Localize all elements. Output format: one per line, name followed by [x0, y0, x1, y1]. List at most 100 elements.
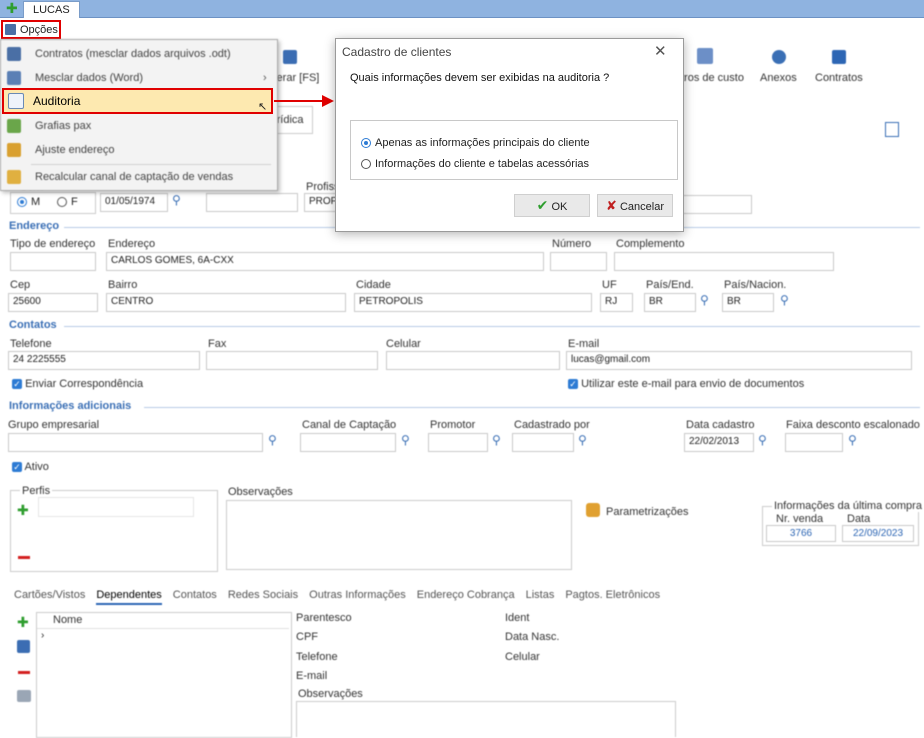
dep-telefone-label: Telefone: [296, 651, 338, 663]
numero-field[interactable]: [550, 252, 607, 271]
new-tab-icon[interactable]: ✚: [6, 1, 18, 16]
fax-label: Fax: [208, 338, 227, 350]
contratos-button[interactable]: Contratos: [815, 72, 863, 84]
menu-item-mesclar[interactable]: Mesclar dados (Word) ›: [1, 67, 275, 89]
menu-item-auditoria[interactable]: Auditoria ↖: [4, 90, 271, 113]
dep-observacoes-textarea[interactable]: [296, 701, 676, 737]
pais-nac-field[interactable]: BR: [722, 293, 774, 312]
promotor-field[interactable]: [428, 433, 488, 452]
parametrizacoes-button[interactable]: Parametrizações: [606, 506, 689, 518]
tab-contatos[interactable]: Contatos: [173, 589, 217, 601]
cadastrado-field[interactable]: [512, 433, 574, 452]
add-dependent-icon[interactable]: ✚: [17, 615, 29, 629]
search-icon[interactable]: ⚲: [268, 433, 277, 447]
tab-endereco-cobranca[interactable]: Endereço Cobrança: [417, 589, 515, 601]
red-arrow-icon: [274, 95, 334, 107]
tab-listas[interactable]: Listas: [526, 589, 555, 601]
menu-item-contratos[interactable]: Contratos (mesclar dados arquivos .odt): [1, 43, 275, 65]
data-cadastro-field[interactable]: 22/02/2013: [684, 433, 754, 452]
options-dropdown-menu: Contratos (mesclar dados arquivos .odt) …: [0, 39, 278, 191]
cancel-button[interactable]: ✘ Cancelar: [597, 194, 673, 217]
search-icon[interactable]: ⚲: [578, 433, 587, 447]
ativo-checkbox[interactable]: ✓ Ativo: [12, 461, 49, 473]
tab-lucas[interactable]: LUCAS: [23, 1, 80, 18]
search-icon[interactable]: ⚲: [780, 293, 789, 307]
menu-item-ajuste-endereco[interactable]: Ajuste endereço: [1, 139, 275, 161]
menu-item-label: Contratos (mesclar dados arquivos .odt): [35, 48, 231, 60]
fax-field[interactable]: [206, 351, 378, 370]
menu-separator: [31, 164, 271, 165]
faixa-label: Faixa desconto escalonado: [786, 419, 920, 431]
data-field: 22/09/2023: [842, 525, 914, 542]
tipo-endereco-select[interactable]: [10, 252, 96, 271]
grupo-field[interactable]: [8, 433, 263, 452]
radio-selected[interactable]: [361, 138, 371, 149]
observacoes-textarea[interactable]: [226, 500, 572, 570]
search-icon[interactable]: ⚲: [492, 433, 501, 447]
tab-pagtos-eletronicos[interactable]: Pagtos. Eletrônicos: [565, 589, 660, 601]
tab-cartoes[interactable]: Cartões/Vistos: [14, 589, 85, 601]
search-icon[interactable]: ⚲: [848, 433, 857, 447]
edit-dependent-icon[interactable]: [17, 640, 30, 653]
cep-field[interactable]: 25600: [8, 293, 98, 312]
document-icon: [7, 47, 21, 61]
endereco-label: Endereço: [108, 238, 156, 250]
utilizar-email-checkbox[interactable]: ✓ Utilizar este e-mail para envio de doc…: [568, 378, 804, 390]
cidade-field[interactable]: PETROPOLIS: [354, 293, 592, 312]
email-label: E-mail: [568, 338, 600, 350]
search-icon[interactable]: ⚲: [172, 193, 181, 207]
data-label: Data: [847, 513, 871, 525]
search-icon[interactable]: ⚲: [758, 433, 767, 447]
close-icon[interactable]: ✕: [654, 42, 667, 60]
uf-field[interactable]: RJ: [600, 293, 633, 312]
tab-redes-sociais[interactable]: Redes Sociais: [228, 589, 298, 601]
extra-field[interactable]: [682, 195, 752, 214]
menu-item-recalcular[interactable]: Recalcular canal de captação de vendas: [1, 166, 275, 188]
dialog-title: Cadastro de clientes: [342, 45, 452, 59]
enviar-correspondencia-checkbox[interactable]: ✓ Enviar Correspondência: [12, 378, 143, 390]
bairro-field[interactable]: CENTRO: [106, 293, 346, 312]
tab-outras-informacoes[interactable]: Outras Informações: [309, 589, 406, 601]
estado-civil-select[interactable]: [206, 193, 298, 212]
telefone-field[interactable]: 24 2225555: [8, 351, 200, 370]
sexo-f-radio[interactable]: [57, 197, 67, 208]
option-principais-label: Apenas as informações principais do clie…: [375, 137, 590, 149]
add-icon[interactable]: ✚: [17, 503, 29, 517]
celular-field[interactable]: [386, 351, 560, 370]
uf-label: UF: [602, 279, 617, 291]
pais-end-field[interactable]: BR: [644, 293, 696, 312]
observacoes-label: Observações: [228, 486, 293, 498]
option-completas-radio[interactable]: Informações do cliente e tabelas acessór…: [361, 158, 589, 170]
cidade-label: Cidade: [356, 279, 391, 291]
adicionais-section-title: Informações adicionais: [9, 400, 132, 412]
anexos-button[interactable]: Anexos: [760, 72, 797, 84]
sexo-f-label: F: [71, 196, 78, 208]
tab-dependentes[interactable]: Dependentes: [96, 589, 162, 605]
complemento-field[interactable]: [614, 252, 834, 271]
centros-custo-button[interactable]: tros de custo: [681, 72, 744, 84]
remove-icon[interactable]: [18, 556, 30, 559]
print-icon[interactable]: [17, 690, 31, 702]
option-principais-radio[interactable]: Apenas as informações principais do clie…: [361, 137, 590, 149]
remove-dependent-icon[interactable]: [18, 671, 30, 674]
dependentes-grid[interactable]: [36, 612, 292, 738]
ok-label: OK: [551, 201, 568, 213]
search-icon[interactable]: ⚲: [401, 433, 410, 447]
faixa-field[interactable]: [785, 433, 843, 452]
search-icon[interactable]: ⚲: [700, 293, 709, 307]
radio-unselected[interactable]: [361, 159, 371, 170]
copy-icon[interactable]: [885, 122, 899, 137]
canal-field[interactable]: [300, 433, 396, 452]
birth-date-field[interactable]: 01/05/1974: [100, 193, 168, 212]
sexo-m-radio[interactable]: [17, 197, 27, 208]
nome-column-header[interactable]: Nome: [53, 614, 82, 626]
ok-button[interactable]: ✔ OK: [514, 194, 590, 217]
email-field[interactable]: lucas@gmail.com: [566, 351, 912, 370]
menu-item-grafias[interactable]: Grafias pax: [1, 115, 275, 137]
cancel-label: Cancelar: [619, 201, 664, 213]
menu-item-label: Ajuste endereço: [35, 144, 115, 156]
perfis-list[interactable]: [38, 497, 194, 517]
profissao-field[interactable]: PROF: [304, 193, 338, 212]
options-menu-button[interactable]: Opções: [1, 20, 61, 39]
endereco-field[interactable]: CARLOS GOMES, 6A-CXX: [106, 252, 544, 271]
